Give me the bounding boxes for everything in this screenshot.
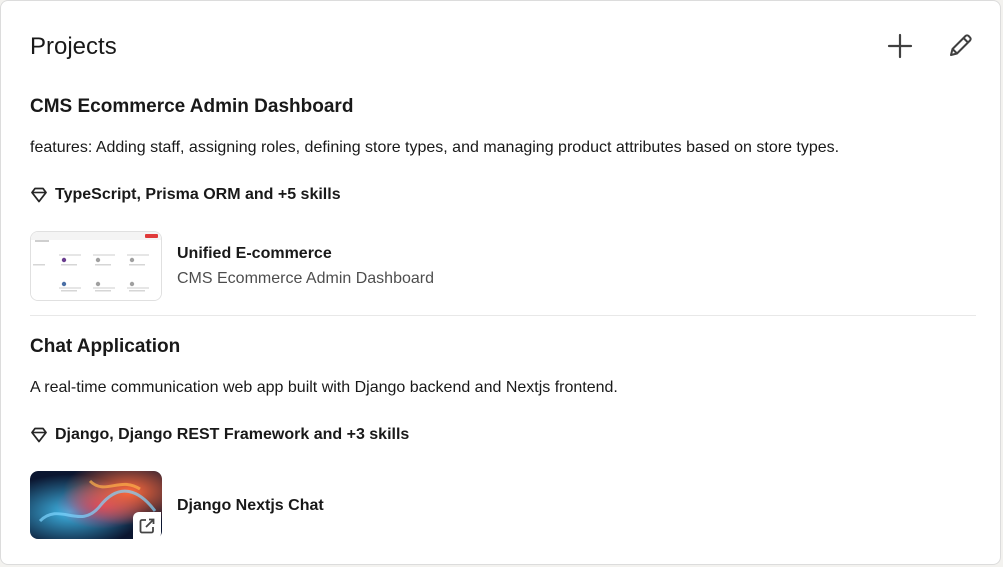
dashboard-screenshot-thumbnail: [31, 232, 161, 300]
pencil-icon: [950, 34, 972, 56]
external-link-icon: [139, 518, 155, 534]
project-skills-label: Django, Django REST Framework and +3 ski…: [55, 426, 410, 443]
project-skills[interactable]: TypeScript, Prisma ORM and +5 skills: [30, 184, 341, 206]
project-title[interactable]: Chat Application: [30, 335, 976, 359]
project-media[interactable]: Django Nextjs Chat: [30, 471, 324, 541]
project-skills-label: TypeScript, Prisma ORM and +5 skills: [55, 186, 341, 203]
add-project-button[interactable]: [880, 26, 920, 66]
projects-card: Projects CMS Ecommerce Admin Dashboard f…: [0, 0, 1001, 565]
media-thumbnail[interactable]: [30, 231, 162, 301]
media-title[interactable]: Unified E-commerce: [177, 243, 434, 265]
media-title[interactable]: Django Nextjs Chat: [177, 495, 324, 517]
divider: [30, 315, 976, 316]
project-item: CMS Ecommerce Admin Dashboard features: …: [30, 95, 976, 305]
project-media[interactable]: Unified E-commerce CMS Ecommerce Admin D…: [30, 231, 434, 301]
gem-icon: [31, 427, 47, 443]
media-subtitle: CMS Ecommerce Admin Dashboard: [177, 269, 434, 287]
project-description: A real-time communication web app built …: [30, 379, 618, 396]
gem-icon: [31, 187, 47, 203]
project-title[interactable]: CMS Ecommerce Admin Dashboard: [30, 95, 976, 119]
project-item: Chat Application A real-time communicati…: [30, 335, 976, 545]
media-thumbnail[interactable]: [30, 471, 162, 541]
project-skills[interactable]: Django, Django REST Framework and +3 ski…: [30, 424, 409, 446]
edit-projects-button[interactable]: [940, 26, 980, 66]
section-title: Projects: [30, 33, 117, 60]
plus-icon: [887, 33, 913, 59]
project-description: features: Adding staff, assigning roles,…: [30, 139, 840, 156]
external-link-button[interactable]: [133, 512, 161, 540]
